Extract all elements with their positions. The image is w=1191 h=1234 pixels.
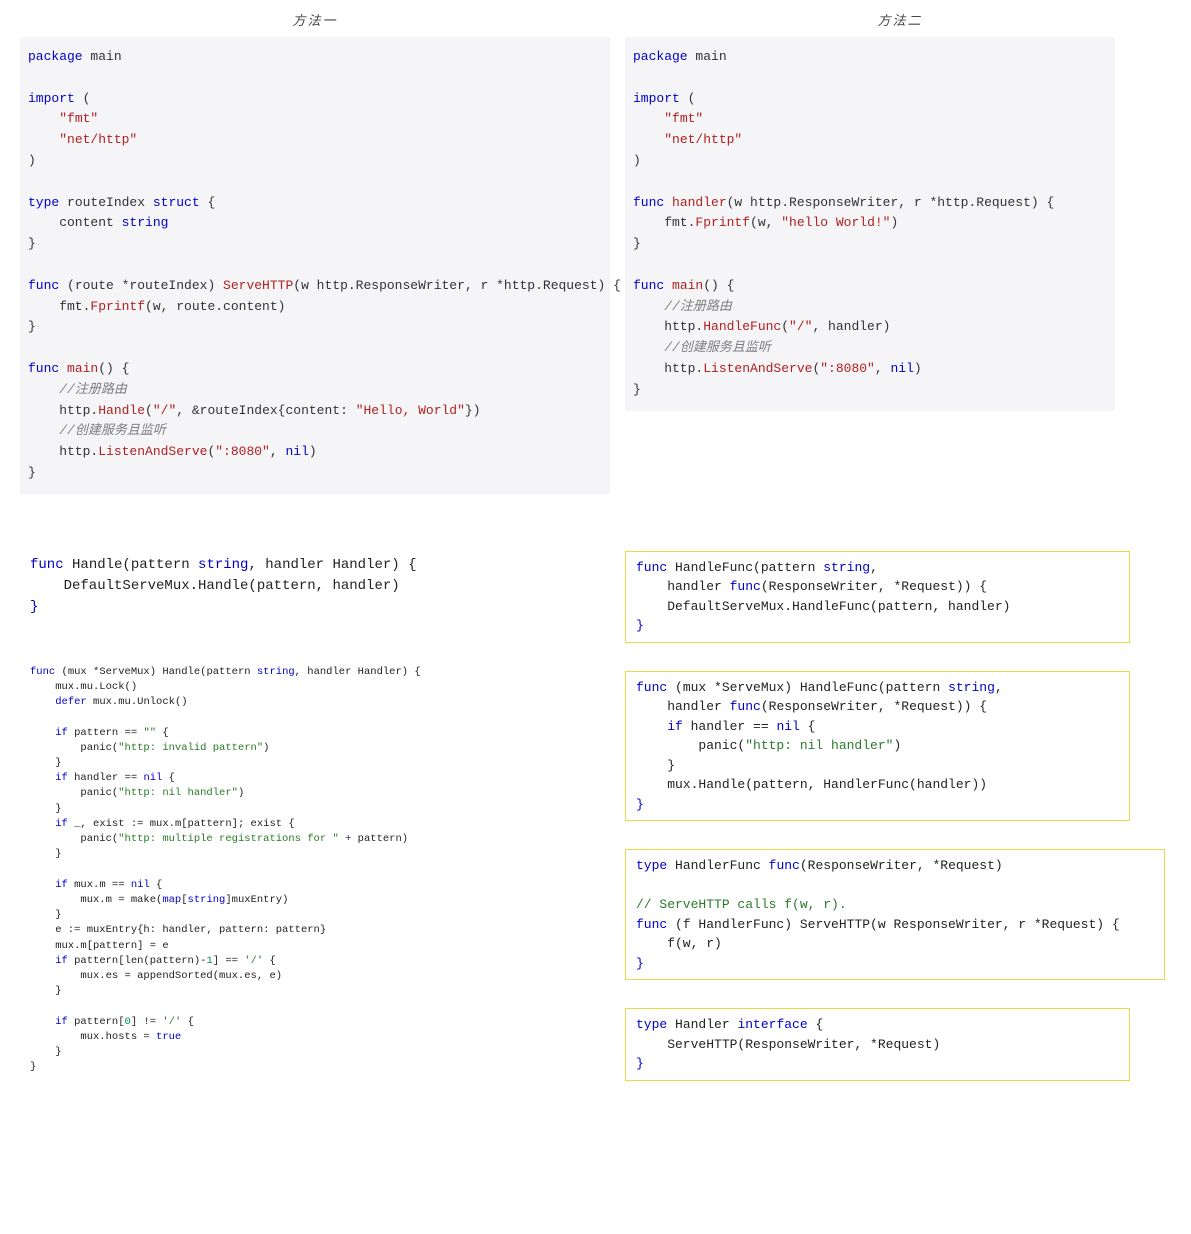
column-method-2: 方法二 package main import ( "fmt" "net/htt…: [625, 10, 1175, 1109]
page: 方法一 package main import ( "fmt" "net/htt…: [0, 0, 1191, 1234]
heading-method-2: 方法二: [625, 10, 1175, 29]
code-block-servemux-handlefunc: func (mux *ServeMux) HandleFunc(pattern …: [625, 671, 1130, 822]
code-block-handler-interface: type Handler interface { ServeHTTP(Respo…: [625, 1008, 1130, 1081]
code-block-method-2: package main import ( "fmt" "net/http" )…: [625, 37, 1115, 411]
column-method-1: 方法一 package main import ( "fmt" "net/htt…: [20, 10, 610, 1082]
code-block-handlerfunc-type: type HandlerFunc func(ResponseWriter, *R…: [625, 849, 1165, 980]
code-block-handlefunc: func HandleFunc(pattern string, handler …: [625, 551, 1130, 643]
heading-method-1: 方法一: [20, 10, 610, 29]
code-block-servemux-handle: func (mux *ServeMux) Handle(pattern stri…: [20, 659, 610, 1082]
code-block-method-1: package main import ( "fmt" "net/http" )…: [20, 37, 610, 494]
code-block-handle: func Handle(pattern string, handler Hand…: [20, 549, 610, 624]
